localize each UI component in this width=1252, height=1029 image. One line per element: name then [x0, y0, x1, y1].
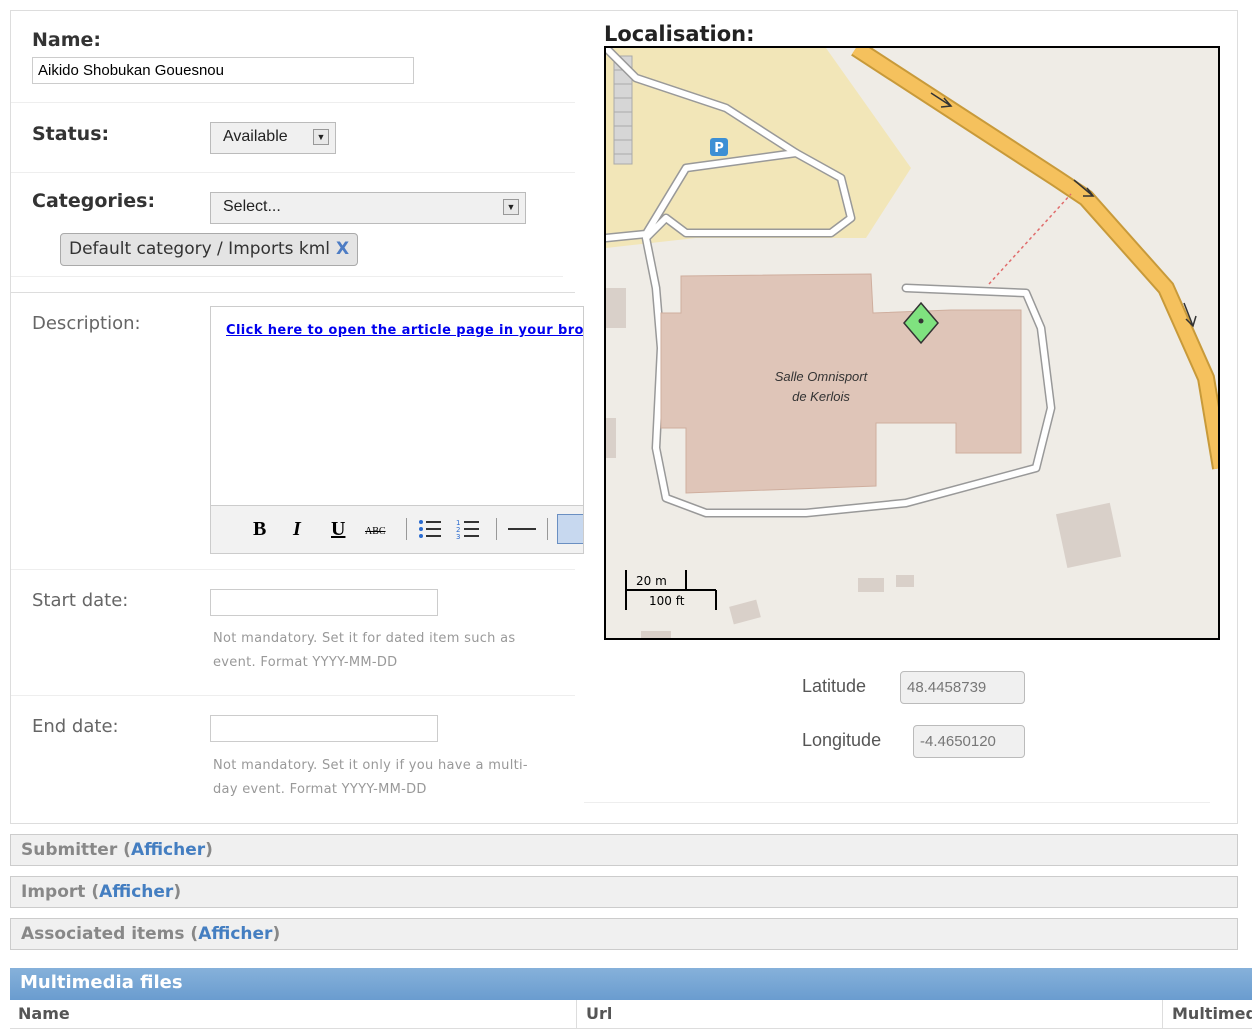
multimedia-header: Multimedia files [10, 968, 1252, 1000]
status-value: Available [223, 128, 288, 145]
column-multimedia[interactable]: Multimedia [1172, 1004, 1252, 1023]
categories-select[interactable]: Select... ▼ [210, 192, 526, 224]
show-import-link[interactable]: Afficher [99, 882, 173, 902]
column-url[interactable]: Url [586, 1004, 612, 1023]
name-input[interactable] [32, 57, 414, 84]
column-divider [1162, 1000, 1163, 1028]
longitude-input[interactable]: -4.4650120 [913, 725, 1025, 758]
category-tag-label: Default category / Imports kml [69, 239, 330, 259]
submitter-section[interactable]: Submitter (Afficher) [10, 834, 1238, 866]
location-map[interactable]: Salle Omnisport de Kerlois P 20 m 100 ft [604, 46, 1220, 640]
article-link[interactable]: Click here to open the article page in y… [226, 323, 583, 338]
description-editor[interactable]: Click here to open the article page in y… [210, 306, 584, 554]
longitude-label: Longitude [802, 730, 882, 750]
show-associated-items-link[interactable]: Afficher [198, 924, 272, 944]
building-label-line2: de Kerlois [792, 389, 850, 404]
description-label: Description: [32, 313, 141, 334]
remove-icon[interactable]: X [336, 239, 349, 259]
svg-text:3: 3 [456, 533, 460, 540]
latitude-input[interactable]: 48.4458739 [900, 671, 1025, 704]
small-building [641, 631, 671, 638]
section-title: Submitter [21, 840, 118, 860]
column-divider [576, 1000, 577, 1028]
category-tag: Default category / Imports kml X [60, 233, 359, 266]
status-select[interactable]: Available ▼ [210, 122, 336, 154]
small-building [729, 599, 761, 625]
numbered-list-icon[interactable]: 1 2 3 [456, 518, 480, 540]
map-canvas[interactable]: Salle Omnisport de Kerlois P 20 m 100 ft [606, 48, 1218, 638]
start-date-input[interactable] [210, 589, 438, 616]
building-label-line1: Salle Omnisport [775, 369, 869, 384]
section-title: Import [21, 882, 86, 902]
footpath [988, 193, 1072, 285]
toolbar-separator [496, 518, 497, 540]
localisation-title: Localisation: [604, 22, 755, 46]
small-building [858, 578, 884, 592]
start-date-label: Start date: [32, 590, 129, 611]
small-building [606, 288, 626, 328]
toolbar-separator [406, 518, 407, 540]
chevron-down-icon: ▼ [503, 199, 519, 215]
end-date-help: Not mandatory. Set it only if you have a… [213, 758, 528, 797]
underline-button[interactable]: U [331, 518, 345, 541]
column-name[interactable]: Name [18, 1004, 70, 1023]
editor-toolbar: B I U ABC 1 2 3 [211, 505, 583, 553]
small-building [606, 418, 616, 458]
divider [584, 802, 1210, 803]
end-date-input[interactable] [210, 715, 438, 742]
status-label: Status: [32, 123, 110, 145]
multimedia-columns: Name Url Multimedia [10, 1000, 1252, 1029]
link-icon[interactable] [557, 514, 583, 544]
small-building [1055, 502, 1122, 569]
italic-button[interactable]: I [293, 518, 301, 541]
chevron-down-icon: ▼ [313, 129, 329, 145]
toolbar-separator [547, 518, 548, 540]
end-date-label: End date: [32, 716, 119, 737]
categories-placeholder: Select... [223, 198, 281, 215]
small-building [896, 575, 914, 587]
categories-label: Categories: [32, 190, 156, 212]
scale-imperial: 100 ft [649, 594, 685, 608]
strikethrough-button[interactable]: ABC [365, 526, 386, 537]
show-submitter-link[interactable]: Afficher [131, 840, 205, 860]
horizontal-rule-button[interactable] [508, 528, 536, 530]
name-label: Name: [32, 29, 102, 51]
start-date-help: Not mandatory. Set it for dated item suc… [213, 631, 516, 670]
bold-button[interactable]: B [253, 518, 266, 541]
latitude-label: Latitude [802, 676, 867, 696]
associated-items-section[interactable]: Associated items (Afficher) [10, 918, 1238, 950]
import-section[interactable]: Import (Afficher) [10, 876, 1238, 908]
bullet-list-icon[interactable] [418, 518, 442, 540]
scale-metric: 20 m [636, 574, 667, 588]
section-title: Associated items [21, 924, 185, 944]
parking-sign: P [714, 141, 724, 156]
